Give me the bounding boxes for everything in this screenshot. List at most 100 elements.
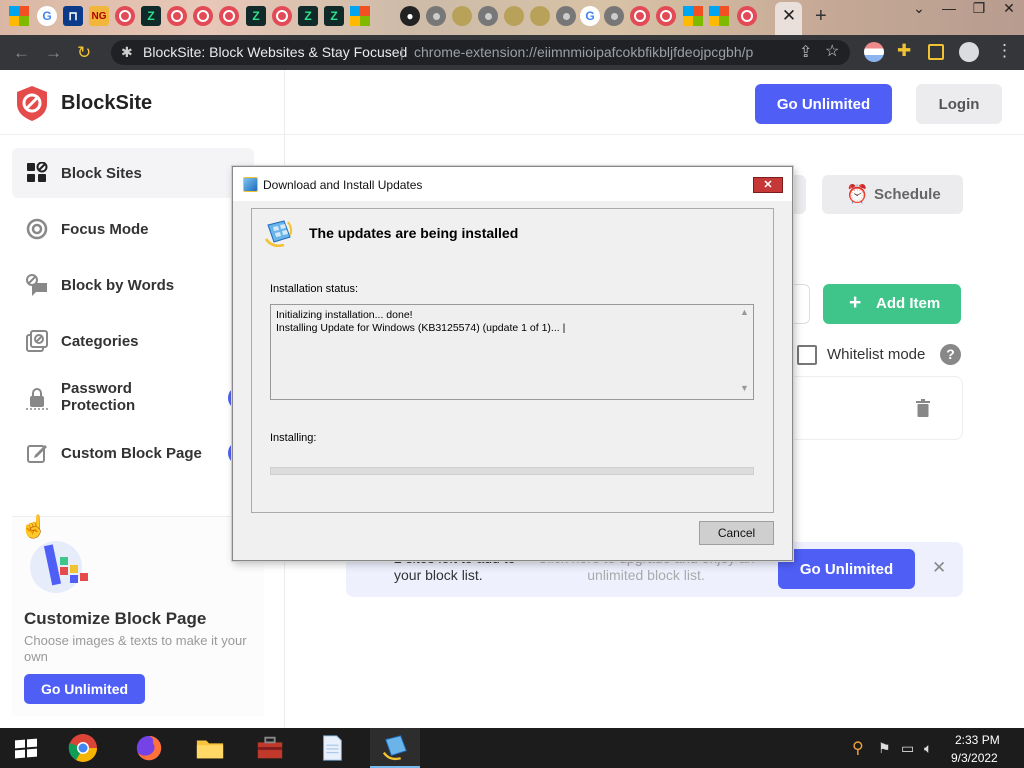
zapier-icon[interactable]: Z: [324, 6, 344, 26]
help-icon[interactable]: ?: [940, 344, 961, 365]
blocksite-icon[interactable]: [656, 6, 676, 26]
gold-icon[interactable]: [452, 6, 472, 26]
zapier-icon[interactable]: Z: [141, 6, 161, 26]
back-icon[interactable]: ←: [13, 43, 30, 63]
reload-icon[interactable]: ↻: [77, 43, 91, 63]
blocksite-icon[interactable]: [630, 6, 650, 26]
go-unlimited-button[interactable]: Go Unlimited: [755, 84, 892, 124]
installation-status-log[interactable]: Initializing installation... done! Insta…: [270, 304, 754, 400]
hand-cursor-icon: ☝: [20, 514, 48, 539]
schedule-label: Schedule: [874, 186, 941, 203]
installation-status-label: Installation status:: [270, 283, 359, 295]
microsoft-icon[interactable]: [9, 6, 29, 26]
new-tab-button[interactable]: +: [815, 5, 827, 28]
chrome-icon[interactable]: [556, 6, 576, 26]
dialog-titlebar[interactable]: Download and Install Updates ✕: [233, 167, 792, 201]
promo-description: Choose images & texts to make it your ow…: [24, 633, 247, 664]
share-icon[interactable]: ⇪: [799, 42, 812, 62]
microsoft-icon[interactable]: [683, 6, 703, 26]
scroll-down-icon[interactable]: ▼: [740, 383, 749, 393]
window-close-icon[interactable]: ✕: [994, 0, 1024, 22]
clock-time[interactable]: 2:33 PM: [955, 733, 1000, 747]
network-icon[interactable]: ▭: [901, 740, 914, 757]
browser-menu-icon[interactable]: ⋮: [996, 41, 1016, 61]
dialog-close-button[interactable]: ✕: [753, 177, 783, 193]
gold-icon[interactable]: [504, 6, 524, 26]
address-separator: |: [400, 44, 404, 60]
login-button[interactable]: Login: [916, 84, 1002, 124]
blue-app-icon[interactable]: ⊓: [63, 6, 83, 26]
taskbar-notepad[interactable]: [307, 728, 357, 768]
search-magnifier-icon[interactable]: ⚲: [852, 738, 864, 758]
microsoft-icon[interactable]: [709, 6, 729, 26]
bookmark-star-icon[interactable]: ☆: [825, 41, 839, 61]
cancel-button[interactable]: Cancel: [699, 521, 774, 545]
sidebar-item-categories[interactable]: Categories: [12, 316, 254, 366]
windows-start-icon[interactable]: [15, 738, 37, 759]
installing-label: Installing:: [270, 432, 317, 444]
taskbar-windows-update[interactable]: [370, 728, 420, 768]
sidebar-item-custom-block-page[interactable]: Custom Block Page: [12, 428, 254, 478]
blocksite-icon[interactable]: [167, 6, 187, 26]
google-icon[interactable]: G: [580, 6, 600, 26]
taskbar-firefox[interactable]: [124, 728, 174, 768]
log-scrollbar[interactable]: ▲ ▼: [736, 305, 753, 399]
tab-close-icon[interactable]: ✕: [779, 6, 799, 28]
tab-search-icon[interactable]: ⌄: [904, 0, 934, 22]
sidebar-item-label: Categories: [61, 333, 139, 350]
zapier-icon[interactable]: Z: [246, 6, 266, 26]
clock-date[interactable]: 9/3/2022: [951, 751, 998, 765]
blocksite-icon[interactable]: [115, 6, 135, 26]
target-icon: [26, 218, 48, 240]
banner-close-icon[interactable]: ✕: [932, 558, 946, 578]
sidebar-item-label: Block by Words: [61, 277, 175, 294]
blocksite-icon[interactable]: [737, 6, 757, 26]
page-url[interactable]: chrome-extension://eiimnmioipafcokbfikbl…: [414, 44, 754, 60]
whitelist-mode-checkbox[interactable]: [797, 345, 817, 365]
chrome-icon[interactable]: [604, 6, 624, 26]
blocksite-icon[interactable]: [193, 6, 213, 26]
browser-tab-strip: G ⊓ NG Z Z Z Z ● G ✕ + ⌄ — ❐ ✕: [0, 0, 1024, 35]
scroll-up-icon[interactable]: ▲: [740, 307, 749, 317]
restore-icon[interactable]: ❐: [964, 0, 994, 22]
trash-icon[interactable]: [916, 399, 930, 417]
dialog-heading: The updates are being installed: [309, 225, 519, 241]
add-item-button[interactable]: + Add Item: [823, 284, 961, 324]
volume-icon[interactable]: 🔈︎: [924, 740, 932, 757]
extension-flag-icon[interactable]: [864, 42, 884, 62]
address-bar[interactable]: ✱ BlockSite: Block Websites & Stay Focus…: [111, 40, 850, 65]
google-icon[interactable]: G: [37, 6, 57, 26]
sidebar-item-block-by-words[interactable]: Block by Words: [12, 260, 254, 310]
blocksite-icon[interactable]: [272, 6, 292, 26]
extensions-puzzle-icon[interactable]: ✚: [897, 41, 917, 61]
github-icon[interactable]: ●: [400, 6, 420, 26]
chat-block-icon: [26, 274, 47, 296]
taskbar-toolbox[interactable]: [245, 728, 295, 768]
profile-avatar-icon[interactable]: [959, 42, 979, 62]
gold-icon[interactable]: [530, 6, 550, 26]
banner-go-unlimited-button[interactable]: Go Unlimited: [778, 549, 915, 589]
taskbar-file-explorer[interactable]: [185, 728, 235, 768]
forward-icon[interactable]: →: [45, 43, 62, 63]
sidebar-item-focus-mode[interactable]: Focus Mode: [12, 204, 254, 254]
blocksite-icon[interactable]: [219, 6, 239, 26]
dialog-title: Download and Install Updates: [263, 178, 423, 192]
log-line: Installing Update for Windows (KB3125574…: [276, 322, 566, 334]
schedule-tab[interactable]: ⏰ Schedule: [822, 175, 963, 214]
grid-icon: [27, 162, 48, 182]
chrome-icon[interactable]: [478, 6, 498, 26]
side-panel-icon[interactable]: [928, 44, 944, 60]
sidebar-item-password-protection[interactable]: Password Protection: [12, 372, 254, 428]
taskbar-chrome[interactable]: [58, 728, 108, 768]
action-center-flag-icon[interactable]: ⚑: [878, 740, 891, 757]
ng-icon[interactable]: NG: [89, 6, 109, 26]
minimize-icon[interactable]: —: [934, 0, 964, 22]
promo-go-unlimited-button[interactable]: Go Unlimited: [24, 674, 145, 704]
sidebar-item-label: Password Protection: [61, 380, 136, 414]
zapier-icon[interactable]: Z: [298, 6, 318, 26]
file-explorer-icon: [196, 740, 224, 759]
microsoft-icon[interactable]: [350, 6, 370, 26]
chrome-icon[interactable]: [426, 6, 446, 26]
sidebar-item-label: Block Sites: [61, 165, 142, 182]
sidebar-item-block-sites[interactable]: Block Sites: [12, 148, 254, 198]
